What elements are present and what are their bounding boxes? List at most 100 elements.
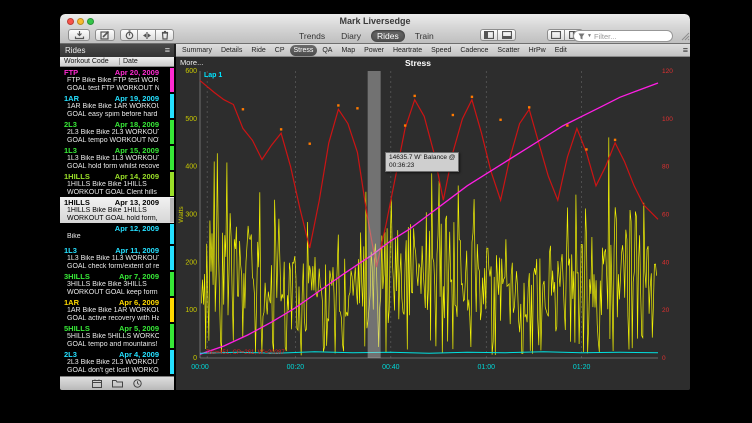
svg-text:20: 20 bbox=[662, 307, 670, 314]
main-tab-trends[interactable]: Trends bbox=[293, 30, 331, 42]
sidebar-left-toggle[interactable] bbox=[480, 29, 498, 41]
resize-grip-icon[interactable] bbox=[681, 32, 690, 41]
ride-date: Apr 7, 2009 bbox=[119, 272, 159, 281]
chart-tab-details[interactable]: Details bbox=[217, 45, 246, 56]
download-button[interactable] bbox=[68, 29, 90, 41]
ride-list-item[interactable]: 1L3Apr 15, 20091L3 Bike Bike 1L3 WORKOUT… bbox=[60, 145, 174, 171]
ride-list-item[interactable]: 1HILLSApr 13, 20091HILLS Bike Bike 1HILL… bbox=[60, 197, 174, 223]
ride-workout-code: 1HILLS bbox=[64, 172, 90, 181]
clock-icon[interactable] bbox=[133, 379, 142, 388]
filter-menu-arrow-icon: ▼ bbox=[587, 33, 592, 39]
ride-list-item[interactable]: 5HILLSApr 5, 20095HILLS Bike 5HILLS WORK… bbox=[60, 323, 174, 349]
column-workout-code[interactable]: Workout Code bbox=[64, 57, 109, 67]
app-window: Mark Liversedge bbox=[60, 14, 690, 390]
ride-item-header: 5HILLSApr 5, 2009 bbox=[64, 324, 159, 333]
ride-list-item[interactable]: 1HILLSApr 14, 20091HILLS Bike Bike 1HILL… bbox=[60, 171, 174, 197]
chart-tab-cadence[interactable]: Cadence bbox=[456, 45, 492, 56]
panel-bottom-icon bbox=[502, 31, 512, 39]
ride-list-item[interactable]: 3HILLSApr 7, 20093HILLS Bike Bike 3HILLS… bbox=[60, 271, 174, 297]
window-single-toggle[interactable] bbox=[547, 29, 565, 41]
sliders-button[interactable] bbox=[138, 29, 156, 41]
ride-description-line: GOAL hold form whilst recovering bbox=[64, 163, 159, 171]
compose-icon bbox=[100, 30, 110, 40]
filter-funnel-icon bbox=[578, 33, 585, 40]
chart-tab-stress[interactable]: Stress bbox=[290, 45, 318, 56]
svg-text:400: 400 bbox=[185, 164, 197, 171]
sidebar-footer bbox=[60, 376, 174, 390]
ride-description-line: FTP Bike Bike FTP test WORKOUT bbox=[64, 77, 159, 85]
ride-item-header: 3HILLSApr 7, 2009 bbox=[64, 272, 159, 281]
ride-list-item[interactable]: 1L3Apr 11, 20091L3 Bike Bike 1L3 WORKOUT… bbox=[60, 245, 174, 271]
calendar-icon[interactable] bbox=[92, 379, 102, 388]
ride-list-item[interactable]: FTPApr 20, 2009FTP Bike Bike FTP test WO… bbox=[60, 67, 174, 93]
main-tab-diary[interactable]: Diary bbox=[335, 30, 367, 42]
ride-list-sidebar: Workout Code Date FTPApr 20, 2009FTP Bik… bbox=[60, 57, 174, 390]
ride-item-header: 1ARApr 6, 2009 bbox=[64, 298, 159, 307]
ride-description-line: WORKOUT GOAL hold form, check bbox=[64, 215, 159, 223]
chart-tab-cp[interactable]: CP bbox=[271, 45, 289, 56]
main-tab-train[interactable]: Train bbox=[409, 30, 440, 42]
chart-tab-qa[interactable]: QA bbox=[318, 45, 336, 56]
compose-button[interactable] bbox=[95, 29, 115, 41]
column-divider[interactable] bbox=[119, 58, 120, 65]
stress-plot[interactable]: 6005004003002001000Watts1201008060402000… bbox=[176, 57, 690, 390]
panel-bottom-toggle[interactable] bbox=[498, 29, 516, 41]
ride-description-line: GOAL test FTP WORKOUT NOTES bbox=[64, 85, 159, 93]
tooltip-value: 14635.7 W' Balance @ bbox=[389, 154, 455, 162]
sidebar-left-icon bbox=[484, 31, 494, 39]
svg-text:Tau=451, CP=261, W'=20287: Tau=451, CP=261, W'=20287 bbox=[206, 350, 285, 356]
ride-date: Apr 13, 2009 bbox=[115, 198, 159, 207]
sidebar-header[interactable]: Rides ≡ bbox=[60, 44, 174, 57]
svg-text:Lap 1: Lap 1 bbox=[204, 72, 222, 79]
ride-list-item[interactable]: 2L3Apr 4, 20092L3 Bike Bike 2L3 WORKOUTG… bbox=[60, 349, 174, 375]
ride-date: Apr 6, 2009 bbox=[119, 298, 159, 307]
folder-icon[interactable] bbox=[112, 379, 123, 388]
stopwatch-icon bbox=[125, 30, 134, 40]
svg-text:00:40: 00:40 bbox=[382, 364, 400, 371]
chart-tab-ride[interactable]: Ride bbox=[247, 45, 269, 56]
main-tab-rides[interactable]: Rides bbox=[371, 30, 405, 42]
sidebar-menu-icon[interactable]: ≡ bbox=[165, 44, 170, 57]
sidebar-toggles bbox=[480, 29, 516, 41]
ride-actions-group bbox=[120, 29, 174, 41]
chart-tab-power[interactable]: Power bbox=[360, 45, 388, 56]
ride-item-header: 1HILLSApr 13, 2009 bbox=[64, 198, 159, 207]
chart-tab-summary[interactable]: Summary bbox=[178, 45, 216, 56]
chart-menu-icon[interactable]: ≡ bbox=[683, 45, 688, 55]
chart-tab-speed[interactable]: Speed bbox=[427, 45, 455, 56]
chart-tab-map[interactable]: Map bbox=[337, 45, 359, 56]
ride-description-line: 1AR Bike Bike 1AR WORKOUT bbox=[64, 307, 159, 315]
ride-description-line: 5HILLS Bike 5HILLS WORKOUT bbox=[64, 333, 159, 341]
ride-description-line: 1HILLS Bike Bike 1HILLS bbox=[64, 181, 159, 189]
ride-list-item[interactable]: 2L3Apr 18, 20092L3 Bike Bike 2L3 WORKOUT… bbox=[60, 119, 174, 145]
chart-tab-hrpw[interactable]: HrPw bbox=[525, 45, 550, 56]
chart-tab-scatter[interactable]: Scatter bbox=[493, 45, 523, 56]
chart-tab-heartrate[interactable]: Heartrate bbox=[389, 45, 426, 56]
ride-list-item[interactable]: 1ARApr 19, 20091AR Bike Bike 1AR WORKOUT… bbox=[60, 93, 174, 119]
svg-text:300: 300 bbox=[185, 212, 197, 219]
chart-tabbar: SummaryDetailsRideCPStressQAMapPowerHear… bbox=[176, 44, 690, 57]
column-date[interactable]: Date bbox=[123, 57, 138, 67]
filter-placeholder: Filter... bbox=[594, 32, 617, 41]
sliders-icon bbox=[142, 31, 152, 40]
ride-list-column-header[interactable]: Workout Code Date bbox=[60, 57, 174, 67]
ride-list-item[interactable]: Apr 12, 2009Bike bbox=[60, 223, 174, 245]
stopwatch-button[interactable] bbox=[120, 29, 138, 41]
ride-item-header: Apr 12, 2009 bbox=[64, 224, 159, 233]
svg-text:01:00: 01:00 bbox=[477, 364, 495, 371]
ride-workout-code: 1L3 bbox=[64, 246, 77, 255]
svg-text:500: 500 bbox=[185, 116, 197, 123]
ride-description-line: WORKOUT GOAL Clent hills - try bbox=[64, 189, 159, 197]
ride-description-line: GOAL don't get lost! WORKOUT bbox=[64, 367, 159, 375]
ride-item-header: 1ARApr 19, 2009 bbox=[64, 94, 159, 103]
filter-field[interactable]: ▼ Filter... bbox=[573, 30, 673, 42]
trash-button[interactable] bbox=[156, 29, 174, 41]
ride-list-item[interactable]: 1ARApr 6, 20091AR Bike Bike 1AR WORKOUTG… bbox=[60, 297, 174, 323]
ride-description-line: 1AR Bike Bike 1AR WORKOUT bbox=[64, 103, 159, 111]
ride-date: Apr 12, 2009 bbox=[115, 224, 159, 233]
ride-item-header: 1L3Apr 11, 2009 bbox=[64, 246, 159, 255]
ride-description-line: 3HILLS Bike Bike 3HILLS bbox=[64, 281, 159, 289]
titlebar[interactable]: Mark Liversedge bbox=[60, 14, 690, 28]
ride-workout-code: 1L3 bbox=[64, 146, 77, 155]
chart-tab-edit[interactable]: Edit bbox=[551, 45, 571, 56]
